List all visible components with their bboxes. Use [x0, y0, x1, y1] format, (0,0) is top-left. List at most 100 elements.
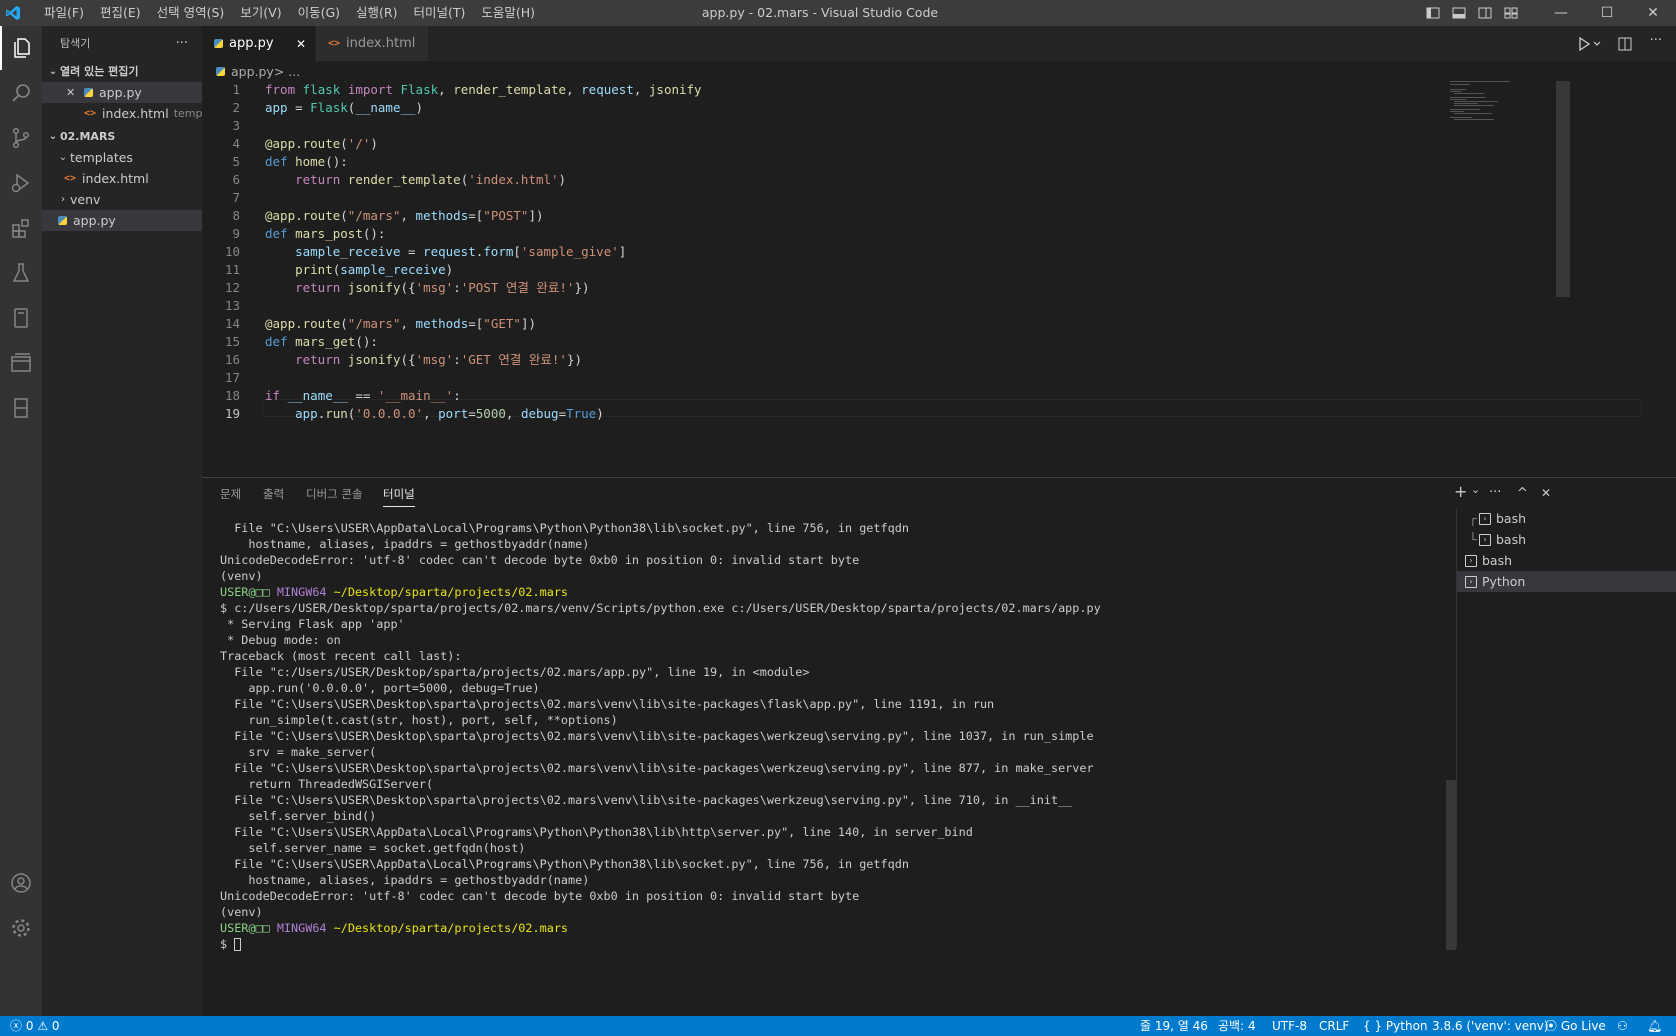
html-file-icon: <>: [64, 173, 77, 184]
folder-label: venv: [70, 192, 101, 207]
breadcrumb-file[interactable]: app.py: [231, 64, 274, 79]
open-editor-label: app.py: [99, 85, 142, 100]
line-ending[interactable]: CRLF: [1319, 1016, 1349, 1036]
maximize-button[interactable]: ☐: [1584, 0, 1630, 26]
terminal-dropdown-icon[interactable]: ⌄: [1471, 483, 1480, 496]
file-app-py[interactable]: app.py: [42, 210, 202, 231]
line-number: 8: [232, 208, 240, 223]
terminal-item-label: Python: [1482, 574, 1526, 589]
warning-count: 0: [51, 1019, 60, 1033]
title-bar: 파일(F) 편집(E) 선택 영역(S) 보기(V) 이동(G) 실행(R) 터…: [0, 0, 1676, 26]
more-actions-icon[interactable]: ···: [176, 36, 188, 51]
terminal-item-active[interactable]: › Python: [1457, 571, 1676, 592]
workspace-section[interactable]: ⌄ 02.MARS: [42, 125, 202, 147]
python-interpreter[interactable]: 3.8.6 ('venv': venv): [1432, 1016, 1549, 1036]
close-icon[interactable]: ✕: [66, 86, 84, 99]
language-mode[interactable]: { } Python: [1363, 1016, 1428, 1036]
breadcrumb-symbols[interactable]: > ...: [274, 64, 300, 79]
menu-terminal[interactable]: 터미널(T): [406, 0, 474, 26]
bottom-panel: 문제 출력 디버그 콘솔 터미널 + ⌄ ··· ^ ✕ File "C:\Us…: [202, 477, 1676, 952]
line-number: 3: [232, 118, 240, 133]
terminal-line: USER@□□ MINGW64 ~/Desktop/sparta/project…: [220, 920, 1450, 936]
open-editor-label: index.html: [102, 106, 169, 121]
tab-close-icon[interactable]: ✕: [296, 37, 306, 51]
menu-bar: 파일(F) 편집(E) 선택 영역(S) 보기(V) 이동(G) 실행(R) 터…: [36, 0, 543, 26]
new-terminal-icon[interactable]: +: [1454, 482, 1467, 501]
terminal-item[interactable]: › bash: [1457, 550, 1676, 571]
run-python-file-icon[interactable]: [1578, 36, 1604, 55]
tab-app-py[interactable]: app.py ✕: [202, 26, 315, 61]
docker-icon[interactable]: [0, 341, 42, 385]
minimap[interactable]: [1448, 81, 1538, 121]
testing-icon[interactable]: [0, 251, 42, 295]
terminal-line: $: [220, 936, 1450, 952]
open-editor-app-py[interactable]: ✕ app.py: [42, 82, 202, 103]
notebook-icon[interactable]: [0, 386, 42, 430]
braces-icon: { }: [1363, 1019, 1383, 1033]
maximize-panel-icon[interactable]: ^: [1517, 486, 1528, 501]
terminal-line: return ThreadedWSGIServer(: [220, 777, 434, 791]
run-debug-icon[interactable]: [0, 161, 42, 205]
feedback-icon[interactable]: ⚇: [1617, 1016, 1628, 1036]
warning-icon: ⚠: [37, 1019, 49, 1033]
menu-edit[interactable]: 편집(E): [92, 0, 149, 26]
extensions-icon[interactable]: [0, 206, 42, 250]
line-number: 16: [224, 352, 240, 367]
panel-more-icon[interactable]: ···: [1489, 485, 1501, 500]
menu-run[interactable]: 실행(R): [348, 0, 405, 26]
terminal-line: run_simple(t.cast(str, host), port, self…: [220, 713, 618, 727]
source-control-icon[interactable]: [0, 116, 42, 160]
account-icon[interactable]: [0, 861, 42, 905]
broadcast-icon: ⦿: [1545, 1019, 1558, 1033]
terminal-item-label: bash: [1482, 553, 1513, 568]
code-editor[interactable]: 1 2 3 4 5 6 7 8 9 10 11 12 13 14 15 16 17 18 19 from flask…: [202, 81, 1676, 477]
close-panel-icon[interactable]: ✕: [1541, 486, 1551, 500]
toggle-panel-icon[interactable]: [1446, 0, 1472, 26]
python-file-icon: [84, 88, 93, 97]
terminal-item[interactable]: └ › bash: [1457, 529, 1676, 550]
terminal-scrollbar[interactable]: [1446, 780, 1456, 950]
tab-problems[interactable]: 문제: [220, 486, 241, 502]
prompt-host: MINGW64: [269, 585, 327, 599]
minimize-button[interactable]: —: [1538, 0, 1584, 26]
tab-terminal[interactable]: 터미널: [383, 486, 415, 507]
split-editor-icon[interactable]: [1618, 36, 1632, 55]
notifications-bell-icon[interactable]: 🔔︎: [1647, 1016, 1662, 1036]
menu-view[interactable]: 보기(V): [232, 0, 289, 26]
remote-explorer-icon[interactable]: [0, 296, 42, 340]
encoding[interactable]: UTF-8: [1272, 1016, 1307, 1036]
cursor-position[interactable]: 줄 19, 열 46: [1140, 1016, 1208, 1036]
terminal-line: (venv): [220, 905, 263, 919]
terminal-line: * Debug mode: on: [220, 633, 341, 647]
customize-layout-icon[interactable]: [1498, 0, 1524, 26]
terminal-item[interactable]: ┌ › bash: [1457, 508, 1676, 529]
folder-venv[interactable]: › venv: [42, 189, 202, 210]
close-window-button[interactable]: ✕: [1630, 0, 1676, 26]
go-live-button[interactable]: ⦿ Go Live: [1545, 1016, 1606, 1036]
open-editor-index-html[interactable]: <> index.html templ...: [42, 103, 202, 124]
editor-more-actions-icon[interactable]: ···: [1650, 33, 1662, 48]
tab-output[interactable]: 출력: [263, 486, 284, 502]
toggle-sidebar-icon[interactable]: [1420, 0, 1446, 26]
indentation[interactable]: 공백: 4: [1218, 1016, 1256, 1036]
chevron-right-icon: ›: [61, 194, 65, 205]
tab-index-html[interactable]: <> index.html: [316, 26, 428, 61]
line-number: 18: [224, 388, 240, 403]
terminal-output[interactable]: File "C:\Users\USER\AppData\Local\Progra…: [220, 520, 1450, 952]
folder-templates[interactable]: ⌄ templates: [42, 147, 202, 168]
menu-selection[interactable]: 선택 영역(S): [149, 0, 233, 26]
settings-gear-icon[interactable]: [0, 906, 42, 950]
menu-file[interactable]: 파일(F): [36, 0, 92, 26]
menu-go[interactable]: 이동(G): [290, 0, 348, 26]
tab-debug-console[interactable]: 디버그 콘솔: [306, 486, 363, 502]
explorer-icon[interactable]: [0, 26, 42, 70]
line-number: 14: [224, 316, 240, 331]
problems-indicator[interactable]: ⓧ 0 ⚠ 0: [10, 1016, 60, 1036]
html-file-icon: <>: [84, 108, 97, 119]
open-editors-section[interactable]: ⌄ 열려 있는 편집기: [42, 60, 202, 82]
search-icon[interactable]: [0, 71, 42, 115]
file-index-html[interactable]: <> index.html: [42, 168, 202, 189]
toggle-secondary-sidebar-icon[interactable]: [1472, 0, 1498, 26]
menu-help[interactable]: 도움말(H): [473, 0, 543, 26]
editor-scrollbar[interactable]: [1556, 81, 1570, 297]
